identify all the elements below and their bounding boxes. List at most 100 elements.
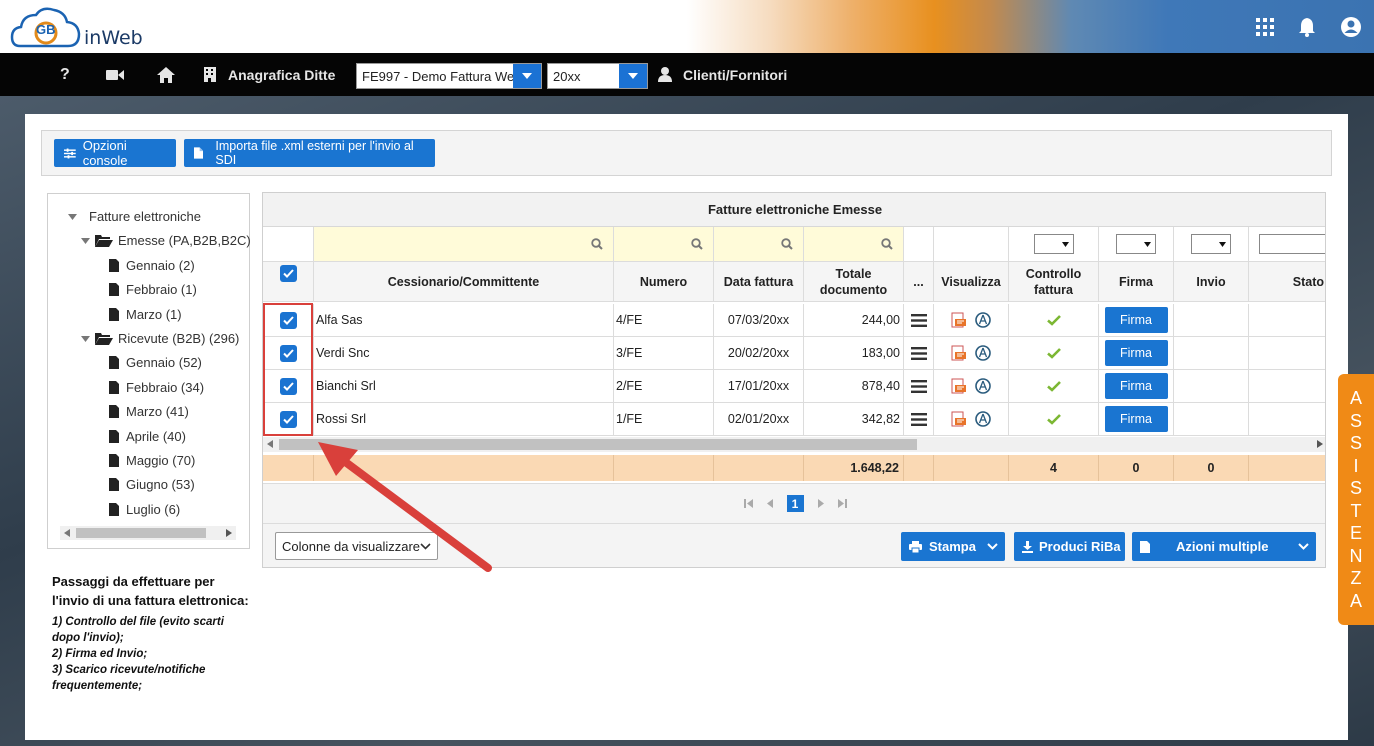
select-all-checkbox[interactable] (279, 265, 297, 282)
stato-filter-input[interactable] (1259, 234, 1325, 254)
azioni-multiple-button[interactable]: Azioni multiple (1132, 532, 1316, 561)
chevron-down-icon[interactable] (987, 543, 998, 550)
tree-item[interactable]: Maggio (70) (109, 453, 195, 468)
agenzia-entrate-icon[interactable] (975, 378, 991, 394)
company-nav[interactable]: Anagrafica Ditte (204, 53, 335, 96)
columns-select[interactable]: Colonne da visualizzare (275, 532, 438, 560)
tree-root[interactable]: Fatture elettroniche (68, 209, 201, 224)
col-data[interactable]: Data fattura (714, 262, 804, 302)
col-firma[interactable]: Firma (1099, 262, 1174, 302)
menu-icon[interactable] (910, 379, 927, 393)
chevron-down-icon[interactable] (513, 64, 541, 88)
totals-cell (263, 455, 314, 481)
video-icon[interactable] (106, 53, 124, 96)
assistenza-letter: I (1353, 455, 1359, 476)
checkmark-icon (1046, 314, 1061, 326)
col-stato[interactable]: Stato (1249, 262, 1325, 302)
chevron-down-icon[interactable] (1298, 543, 1309, 550)
arrow-right-icon[interactable] (226, 529, 232, 537)
tree-item[interactable]: Marzo (41) (109, 404, 189, 419)
filter-totale[interactable] (804, 227, 904, 262)
firma-button[interactable]: Firma (1104, 307, 1168, 333)
logo-badge: GB (36, 22, 56, 37)
prev-page-icon[interactable] (766, 499, 773, 508)
arrow-left-icon[interactable] (64, 529, 70, 537)
col-totale[interactable]: Totale documento (804, 262, 904, 302)
firma-button[interactable]: Firma (1104, 340, 1168, 366)
home-icon[interactable] (157, 53, 175, 96)
filter-numero[interactable] (614, 227, 714, 262)
grid-hscrollbar[interactable] (263, 437, 1325, 452)
tree-item[interactable]: Giugno (53) (109, 477, 195, 492)
tree-emesse[interactable]: Emesse (PA,B2B,B2C) (81, 233, 251, 248)
tree-ricevute[interactable]: Ricevute (B2B) (296) (81, 331, 239, 346)
instructions-title: Passaggi da effettuare per l'invio di un… (52, 574, 249, 608)
caret-down-icon[interactable] (81, 237, 90, 244)
tree-item-label: Marzo (41) (126, 404, 189, 419)
pdf-view-icon[interactable] (951, 378, 967, 394)
instructions-step: 2) Firma ed Invio; (52, 648, 148, 660)
tree-item[interactable]: Febbraio (34) (109, 380, 204, 395)
produci-riba-button[interactable]: Produci RiBa (1014, 532, 1125, 561)
arrow-left-icon[interactable] (267, 440, 273, 448)
tree-item[interactable]: Febbraio (1) (109, 282, 197, 297)
controllo-filter-select[interactable] (1033, 234, 1074, 254)
menu-icon[interactable] (910, 313, 927, 327)
pdf-view-icon[interactable] (951, 345, 967, 361)
company-select[interactable]: FE997 - Demo Fattura We (356, 63, 542, 89)
year-select[interactable]: 20xx (547, 63, 648, 89)
next-page-icon[interactable] (817, 499, 824, 508)
assistenza-tab[interactable]: ASSISTENZA (1338, 374, 1374, 625)
tree-item[interactable]: Luglio (6) (109, 502, 180, 517)
chevron-down-icon[interactable] (619, 64, 647, 88)
scrollbar-thumb[interactable] (76, 528, 206, 538)
tree-item[interactable]: Gennaio (52) (109, 355, 202, 370)
user-circle-icon[interactable] (1340, 16, 1362, 38)
firma-button[interactable]: Firma (1104, 406, 1168, 432)
clients-nav[interactable]: Clienti/Fornitori (658, 53, 787, 96)
totals-totale: 1.648,22 (804, 455, 904, 481)
firma-filter-select[interactable] (1116, 234, 1156, 254)
arrow-right-icon[interactable] (1317, 440, 1323, 448)
menu-icon[interactable] (910, 412, 927, 426)
col-controllo[interactable]: Controllo fattura (1009, 262, 1099, 302)
user-icon (658, 67, 672, 82)
agenzia-entrate-icon[interactable] (975, 345, 991, 361)
apps-grid-icon[interactable] (1254, 16, 1276, 38)
caret-down-icon[interactable] (68, 213, 77, 220)
filter-cessionario[interactable] (314, 227, 614, 262)
col-more[interactable]: ... (904, 262, 934, 302)
file-icon (109, 430, 119, 443)
search-icon (881, 238, 893, 250)
invio-filter-select[interactable] (1191, 234, 1231, 254)
filter-firma (1099, 227, 1174, 262)
bell-icon[interactable] (1296, 16, 1318, 38)
agenzia-entrate-icon[interactable] (975, 312, 991, 328)
tree-item[interactable]: Aprile (40) (109, 429, 186, 444)
page-number[interactable]: 1 (786, 495, 804, 512)
col-visualizza[interactable]: Visualizza (934, 262, 1009, 302)
firma-button[interactable]: Firma (1104, 373, 1168, 399)
pdf-view-icon[interactable] (951, 312, 967, 328)
help-icon[interactable]: ? (60, 53, 70, 96)
col-cessionario[interactable]: Cessionario/Committente (314, 262, 614, 302)
stampa-button[interactable]: Stampa (901, 532, 1005, 561)
import-xml-button[interactable]: Importa file .xml esterni per l'invio al… (184, 139, 435, 167)
agenzia-entrate-icon[interactable] (975, 411, 991, 427)
menu-icon[interactable] (910, 346, 927, 360)
tree-item[interactable]: Marzo (1) (109, 307, 182, 322)
caret-down-icon[interactable] (81, 335, 90, 342)
first-page-icon[interactable] (743, 499, 753, 508)
col-invio[interactable]: Invio (1174, 262, 1249, 302)
col-numero[interactable]: Numero (614, 262, 714, 302)
pdf-view-icon[interactable] (951, 411, 967, 427)
filter-cell (934, 227, 1009, 262)
options-console-button[interactable]: Opzioni console (54, 138, 176, 168)
filter-data[interactable] (714, 227, 804, 262)
tree-scrollbar[interactable] (60, 526, 236, 540)
tree-item[interactable]: Gennaio (2) (109, 258, 195, 273)
assistenza-letter: A (1349, 388, 1362, 408)
scrollbar-thumb[interactable] (279, 439, 917, 450)
last-page-icon[interactable] (837, 499, 847, 508)
row-more-cell (904, 304, 934, 337)
